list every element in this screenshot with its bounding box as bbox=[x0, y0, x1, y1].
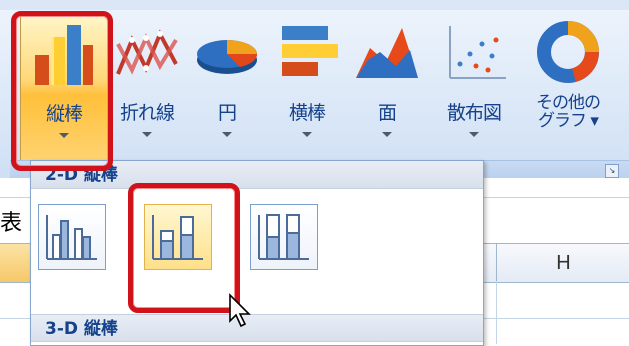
pie-chart-button[interactable]: 円 bbox=[190, 14, 264, 154]
highlight-column-chart-button bbox=[11, 11, 113, 171]
dialog-launcher-icon[interactable]: ↘ bbox=[605, 164, 619, 178]
gallery-section-3d-header: 3-D 縦棒 bbox=[31, 314, 483, 342]
area-chart-label: 面 bbox=[377, 102, 397, 124]
bar-chart-button[interactable]: 横棒 bbox=[268, 14, 346, 154]
chevron-down-icon bbox=[142, 132, 152, 137]
percent-stacked-column-option[interactable] bbox=[250, 204, 318, 270]
bar-chart-label: 横棒 bbox=[288, 102, 326, 124]
clustered-column-option[interactable] bbox=[38, 204, 106, 270]
line-chart-button[interactable]: 折れ線 bbox=[110, 14, 184, 154]
scatter-chart-button[interactable]: 散布図 bbox=[430, 14, 518, 154]
clustered-column-icon bbox=[46, 215, 97, 260]
area-chart-icon bbox=[356, 28, 418, 78]
other-charts-label-line1: その他の bbox=[536, 93, 601, 113]
ribbon-top-edge bbox=[0, 0, 629, 10]
other-charts-label-text: グラフ bbox=[538, 111, 587, 131]
pie-chart-label: 円 bbox=[217, 102, 237, 124]
other-charts-label-line2: グラフ ▾ bbox=[538, 111, 599, 131]
column-header-h[interactable]: H bbox=[496, 244, 629, 282]
bar-chart-icon bbox=[282, 26, 338, 76]
other-charts-icon bbox=[537, 21, 599, 83]
chevron-down-icon bbox=[469, 132, 479, 137]
line-chart-icon bbox=[116, 29, 178, 75]
percent-stacked-column-icon bbox=[258, 214, 309, 260]
cell-text-fragment: 表 bbox=[0, 211, 23, 236]
other-charts-label: その他の グラフ ▾ bbox=[522, 94, 614, 130]
scatter-chart-icon bbox=[449, 26, 506, 79]
pie-chart-icon bbox=[197, 40, 258, 74]
mouse-pointer-icon bbox=[229, 293, 251, 328]
line-chart-label: 折れ線 bbox=[119, 102, 175, 124]
other-charts-button[interactable]: その他の グラフ ▾ bbox=[522, 14, 614, 154]
column-header-selected[interactable] bbox=[0, 244, 32, 282]
area-chart-button[interactable]: 面 bbox=[352, 14, 422, 154]
highlight-stacked-column-option bbox=[128, 183, 240, 313]
chevron-down-icon bbox=[382, 132, 392, 137]
grid-line bbox=[496, 281, 497, 344]
chevron-down-icon bbox=[222, 132, 232, 137]
scatter-chart-label: 散布図 bbox=[446, 102, 502, 124]
column-chart-gallery: 2-D 縦棒 3-D 縦棒 bbox=[30, 160, 484, 346]
chevron-down-icon bbox=[302, 132, 312, 137]
